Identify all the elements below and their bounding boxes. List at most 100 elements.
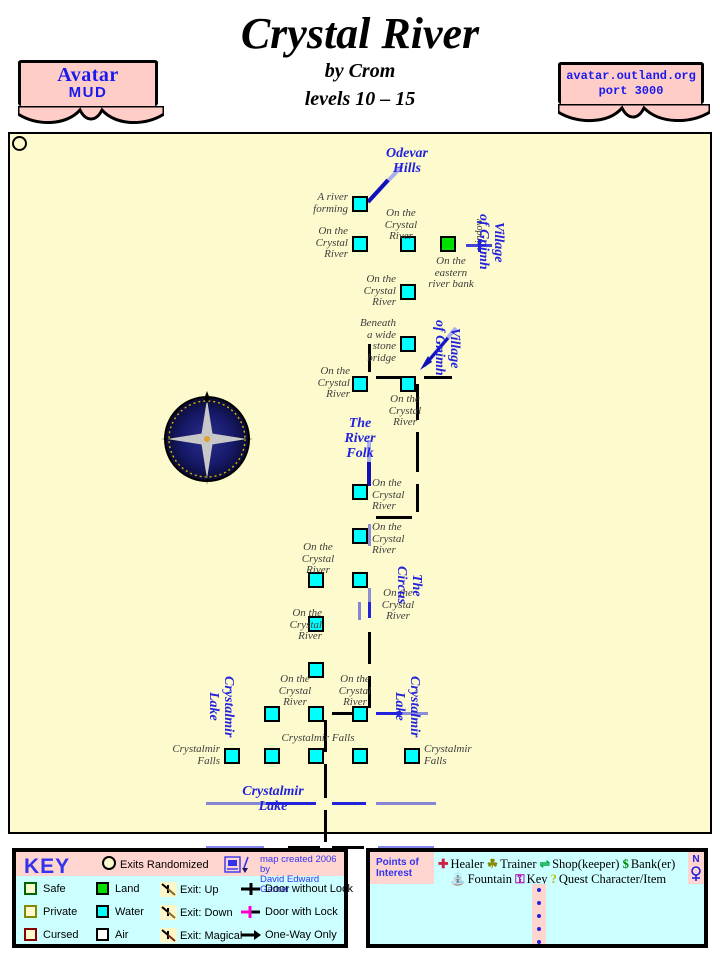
room-type-swatch — [96, 905, 109, 918]
room-node[interactable] — [400, 284, 416, 300]
room-label: On the Crystal River — [338, 673, 372, 708]
page-header: Crystal River by Crom levels 10 – 15 Ava… — [0, 0, 720, 128]
poi-row-2: ⛲ Fountain ⚿ Key ? Quest Character/Item — [450, 872, 666, 887]
room-label: Beneath a wide stone bridge — [359, 317, 396, 364]
mud-word: MUD — [68, 84, 108, 101]
room-node[interactable] — [404, 748, 420, 764]
door-without-lock-icon — [240, 882, 262, 896]
exits-randomized-label: Exits Randomized — [120, 859, 209, 871]
zone-label: Crystalmir Lake — [206, 676, 236, 738]
room-label: On the Crystal River — [372, 477, 405, 512]
north-compass-icon — [691, 866, 701, 881]
room-node[interactable] — [400, 376, 416, 392]
zone-label: Crystalmir Lake — [392, 676, 422, 738]
zone-label: Village of Gnimh — [476, 214, 506, 270]
room-node[interactable] — [352, 706, 368, 722]
door-type-label: Door without Lock — [265, 883, 354, 895]
room-label: On the Crystal River — [315, 225, 348, 260]
door-with-lock-icon — [240, 905, 262, 919]
poi-label: Healer — [450, 857, 487, 871]
poi-label: Quest Character/Item — [558, 872, 667, 886]
room-label: On the Crystal River — [278, 673, 312, 708]
room-type-label: Land — [115, 883, 140, 895]
room-type-swatch — [24, 882, 37, 895]
exit-magical-icon — [160, 928, 177, 943]
poi-label: Shop(keeper) — [552, 857, 623, 871]
room-node[interactable] — [352, 196, 368, 212]
room-label: On the Crystal River — [363, 273, 396, 308]
room-node[interactable] — [352, 528, 368, 544]
key-title: KEY — [24, 855, 71, 878]
room-label: On the Crystal River — [289, 607, 322, 642]
scroll-quill-icon — [224, 856, 249, 873]
poi-label: Bank(er) — [630, 857, 676, 871]
poi-glyph-icon: ☘ — [486, 857, 499, 871]
banner-tail-icon — [558, 104, 710, 123]
exit-type-label: Exit: Down — [180, 907, 233, 919]
room-node[interactable] — [352, 376, 368, 392]
zone-label: Village of Gnimh — [432, 320, 462, 376]
room-type-swatch — [24, 928, 37, 941]
zone-label: The Circus — [394, 566, 424, 605]
poi-glyph-icon: ✚ — [438, 857, 449, 871]
one-way-arrow-icon — [240, 928, 262, 942]
server-address-banner: avatar.outland.org port 3000 — [558, 62, 710, 123]
room-type-label: Private — [43, 906, 78, 918]
server-port: port 3000 — [598, 84, 664, 98]
banner-tail-icon — [18, 106, 164, 125]
room-type-label: Cursed — [43, 929, 79, 941]
room-node[interactable] — [440, 236, 456, 252]
poi-row-1: ✚ Healer ☘ Trainer ⇌ Shop(keeper) $ Bank(er) — [438, 856, 675, 872]
room-type-swatch — [96, 928, 109, 941]
room-node[interactable] — [224, 748, 240, 764]
poi-label: Trainer — [500, 857, 540, 871]
page-curl-icon — [12, 136, 27, 151]
avatar-word: Avatar — [57, 64, 119, 86]
poi-title: Points of Interest — [376, 857, 419, 879]
room-type-label: Water — [115, 906, 144, 918]
room-label: Crystalmir Falls — [172, 743, 220, 767]
room-label: On the Crystal River — [301, 541, 335, 576]
room-node[interactable] — [352, 484, 368, 500]
avatar-mud-banner: Avatar MUD — [18, 60, 164, 125]
crystalmir-lake-annotation-icon — [20, 730, 704, 840]
door-type-label: Door with Lock — [265, 906, 338, 918]
map-canvas[interactable]: window A river forming On the Crystal Riv… — [8, 132, 712, 894]
room-node[interactable] — [400, 336, 416, 352]
room-type-swatch — [24, 905, 37, 918]
poi-glyph-icon: ? — [550, 872, 557, 886]
poi-glyph-icon: $ — [622, 857, 629, 871]
poi-label: Fountain — [467, 872, 516, 886]
exit-down-icon — [160, 905, 177, 920]
poi-marker-column — [532, 884, 546, 944]
zone-label: The River Folk — [344, 416, 376, 461]
page-title: Crystal River — [240, 9, 480, 58]
door-type-label: One-Way Only — [265, 929, 337, 941]
room-type-swatch — [96, 882, 109, 895]
room-label: On the Crystal River — [388, 393, 422, 428]
north-label: N — [692, 854, 700, 865]
room-type-label: Air — [115, 929, 129, 941]
room-node[interactable] — [352, 236, 368, 252]
room-label: A river forming — [313, 191, 348, 215]
exit-type-label: Exit: Up — [180, 884, 219, 896]
room-label: On the Crystal River — [372, 521, 405, 556]
room-node[interactable] — [308, 748, 324, 764]
points-of-interest-box: Points of Interest N ✚ Healer ☘ Trainer ⇌ S… — [366, 848, 708, 948]
key-legend-box: KEY Exits Randomized map created 2006 by… — [12, 848, 353, 948]
poi-glyph-icon: ⛲ — [450, 872, 466, 886]
room-node[interactable] — [352, 748, 368, 764]
compass-rose-icon — [155, 387, 259, 491]
room-label: On the eastern river bank — [428, 255, 474, 290]
exit-up-icon — [160, 882, 177, 897]
room-node[interactable] — [352, 572, 368, 588]
poi-glyph-icon: ⚿ — [515, 872, 525, 886]
poi-glyph-icon: ⇌ — [539, 857, 551, 871]
room-label: On the Crystal River — [317, 365, 350, 400]
room-type-label: Safe — [43, 883, 66, 895]
exit-type-label: Exit: Magical — [180, 930, 243, 942]
zone-label: Crystalmir Lake — [242, 784, 304, 814]
room-node[interactable] — [264, 748, 280, 764]
room-label: Crystalmir Falls — [281, 732, 355, 744]
room-label: On the Crystal River — [384, 207, 418, 242]
